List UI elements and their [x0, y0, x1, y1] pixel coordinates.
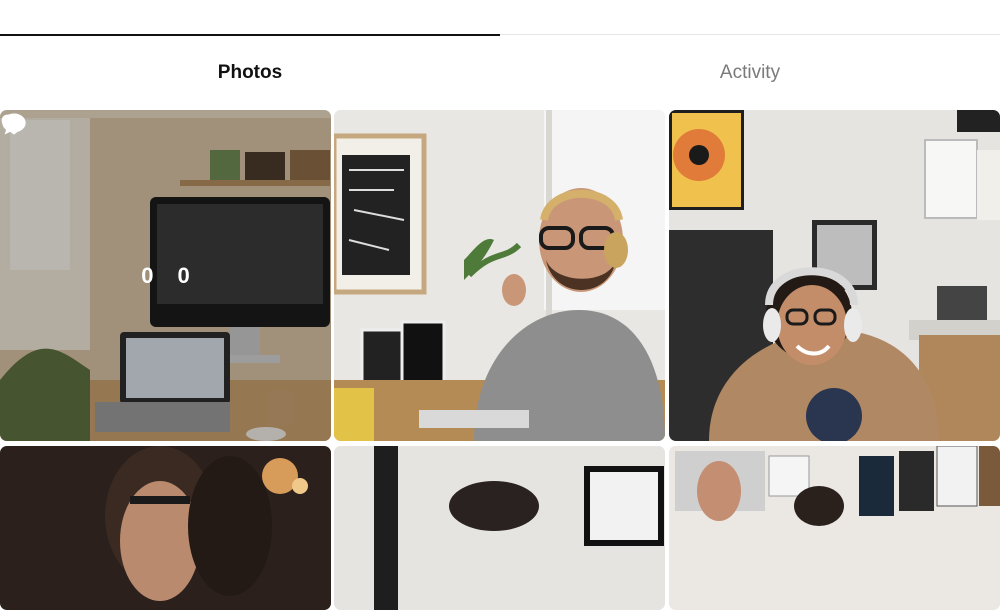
- photo-tile[interactable]: [669, 110, 1000, 441]
- top-bar: [0, 0, 1000, 35]
- comment-count[interactable]: 0: [2, 113, 190, 289]
- photo-image: [669, 110, 1000, 441]
- photo-hover-overlay: 0 0: [0, 110, 331, 441]
- photo-grid: 0 0: [0, 110, 1000, 610]
- profile-tabs: Photos Activity: [0, 36, 1000, 110]
- photo-image: [334, 446, 665, 610]
- photo-tile[interactable]: [334, 446, 665, 610]
- photo-tile[interactable]: [669, 446, 1000, 610]
- tab-activity[interactable]: Activity: [500, 36, 1000, 110]
- photo-tile[interactable]: [0, 446, 331, 610]
- like-count-value: 0: [141, 262, 154, 288]
- comment-icon: [2, 113, 26, 135]
- photo-tile[interactable]: [334, 110, 665, 441]
- tab-photos[interactable]: Photos: [0, 36, 500, 110]
- photo-image: [334, 110, 665, 441]
- photo-tile[interactable]: 0 0: [0, 110, 331, 441]
- photo-image: [669, 446, 1000, 610]
- photo-image: [0, 446, 331, 610]
- comment-count-value: 0: [177, 262, 190, 288]
- like-count[interactable]: 0: [1, 114, 154, 289]
